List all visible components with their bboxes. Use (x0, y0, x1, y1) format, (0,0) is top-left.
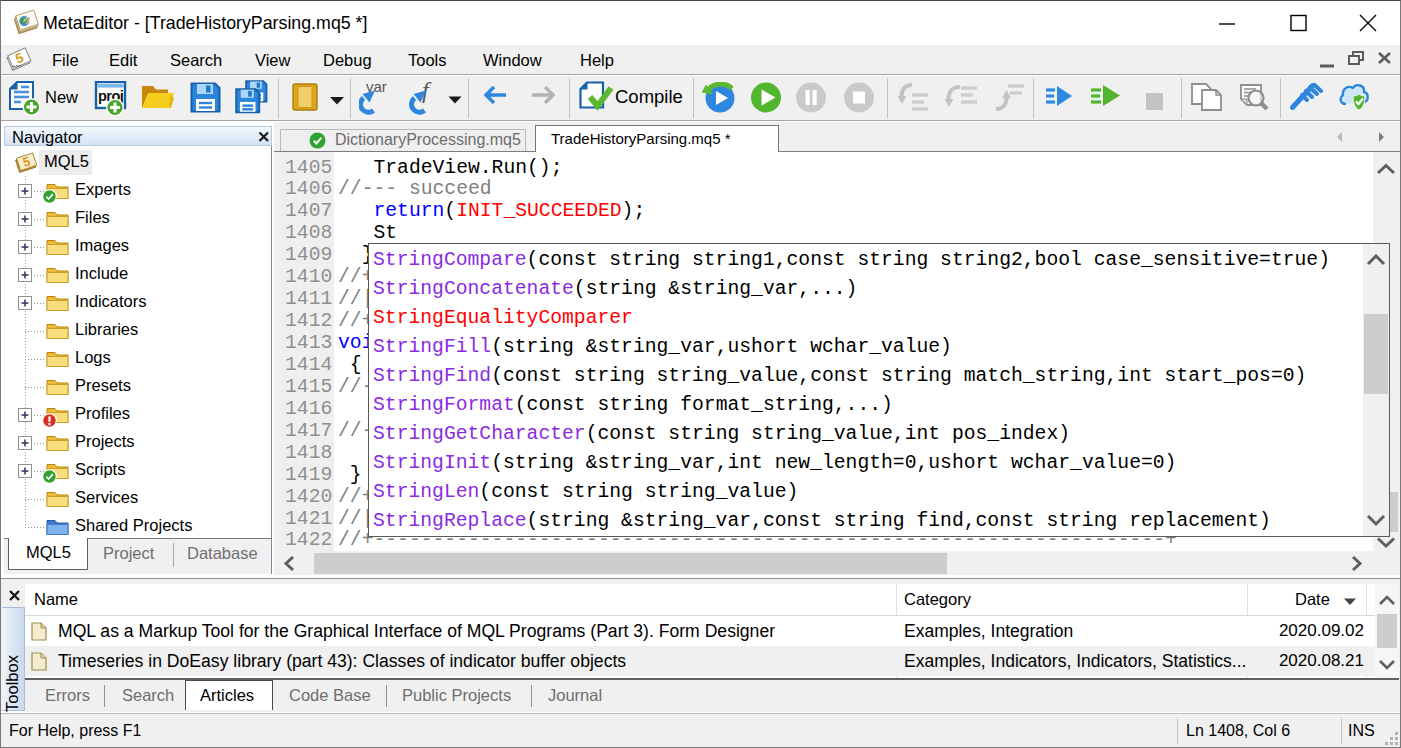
svg-text:f: f (422, 79, 432, 103)
